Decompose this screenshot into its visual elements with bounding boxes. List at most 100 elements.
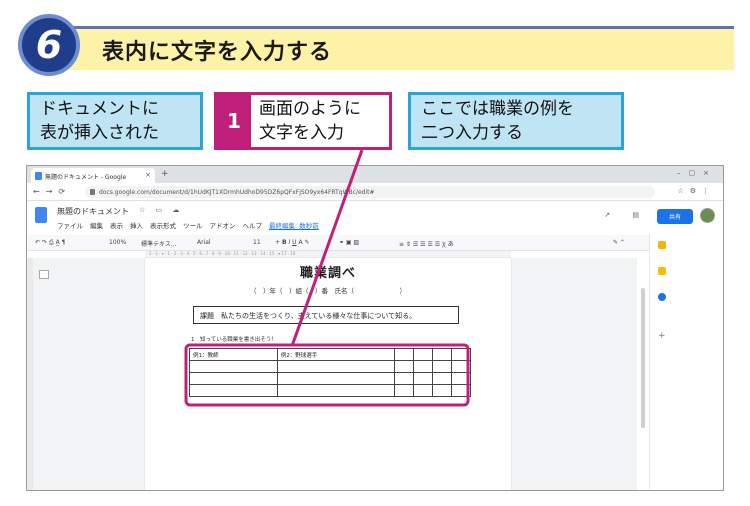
add-addon-icon[interactable]: + <box>658 331 666 341</box>
docs-header: 無題のドキュメント ☆ ▭ ☁ ファイル 編集 表示 挿入 表示形式 ツール ア… <box>27 201 723 235</box>
document-title[interactable]: 無題のドキュメント <box>57 206 129 217</box>
step-text: 画面のように 文字を入力 <box>251 95 369 147</box>
table-cell[interactable] <box>276 360 396 373</box>
tab-title: 無題のドキュメント - Google <box>45 174 127 181</box>
share-label: 共有 <box>668 214 681 221</box>
side-panel: + <box>649 235 723 490</box>
table-cell[interactable] <box>432 348 453 361</box>
font-select[interactable]: Arial <box>197 239 211 246</box>
table-cell[interactable] <box>413 384 434 397</box>
table-cell[interactable] <box>432 360 453 373</box>
activity-icon[interactable]: ↗ ▤ <box>604 211 649 219</box>
table-cell[interactable] <box>276 384 396 397</box>
tab-bar: 無題のドキュメント - Google × + –▢× <box>27 166 723 183</box>
step-header: 6 表内に文字を入力する <box>18 14 734 76</box>
question-text: 1 知っている職業を書き出そう！ <box>191 337 277 343</box>
step-number-badge: 6 <box>18 14 80 76</box>
insert-icons[interactable]: ⚭ ▣ ▨ <box>339 239 359 246</box>
step-index-badge: 1 <box>217 95 251 147</box>
callout-example-note: ここでは職業の例を 二つ入力する <box>408 92 624 150</box>
callout-step-instruction: 1 画面のように 文字を入力 <box>214 92 392 150</box>
window-controls[interactable]: –▢× <box>677 169 717 177</box>
step-title: 表内に文字を入力する <box>102 40 333 65</box>
url-input[interactable]: docs.google.com/document/d/1hUdKJT1XDrmh… <box>85 186 655 198</box>
document-canvas: 職業調べ （ ）年（ ）組（ ）番 氏名（ ） 課題 私たちの生活をつくり、支え… <box>27 258 637 490</box>
occupation-table: 例1：教師 例2：野球選手 <box>189 348 471 397</box>
table-cell[interactable] <box>432 372 453 385</box>
callout-line: ここでは職業の例を <box>421 99 574 119</box>
font-size-input[interactable]: 11 <box>253 239 261 246</box>
docs-favicon-icon <box>35 172 42 180</box>
table-row: 例1：教師 例2：野球選手 <box>189 348 471 361</box>
table-cell[interactable]: 例1：教師 <box>189 348 278 361</box>
table-cell[interactable] <box>189 384 278 397</box>
table-cell[interactable] <box>394 360 415 373</box>
table-cell[interactable] <box>451 384 471 397</box>
table-cell[interactable] <box>394 372 415 385</box>
star-icon[interactable]: ☆ ▭ ☁ <box>139 206 183 214</box>
horizontal-ruler[interactable]: 2 · 1 · ▾ · 1 · 2 · 3 · 4 · 5 · 6 · 7 · … <box>145 251 511 258</box>
menu-file[interactable]: ファイル <box>57 220 83 230</box>
callout-line: 画面のように <box>259 99 361 119</box>
table-cell[interactable] <box>394 384 415 397</box>
table-cell[interactable] <box>451 348 471 361</box>
new-tab-button[interactable]: + <box>161 169 169 179</box>
table-cell[interactable] <box>189 360 278 373</box>
undo-redo-print-icons[interactable]: ↶ ↷ ⎙ A̲ ¶ <box>35 239 65 247</box>
vertical-ruler <box>27 258 33 490</box>
table-row <box>189 360 471 373</box>
menu-view[interactable]: 表示 <box>110 220 123 230</box>
table-row <box>189 384 471 397</box>
table-cell[interactable] <box>432 384 453 397</box>
extension-icons[interactable]: ☆⚙⋮ <box>677 187 715 195</box>
share-button[interactable]: 共有 <box>657 209 693 224</box>
lock-icon <box>90 189 95 195</box>
callout-line: 文字を入力 <box>259 123 344 143</box>
table-cell[interactable] <box>451 360 471 373</box>
menu-bar: ファイル 編集 表示 挿入 表示形式 ツール アドオン ヘルプ 最終編集: 数秒… <box>57 220 319 230</box>
tasks-icon[interactable] <box>658 293 666 301</box>
menu-tools[interactable]: ツール <box>183 220 203 230</box>
browser-tab[interactable]: 無題のドキュメント - Google × <box>31 168 155 183</box>
text-format-icons[interactable]: + B I U A ✎ <box>275 239 310 246</box>
keep-icon[interactable] <box>658 267 666 275</box>
menu-insert[interactable]: 挿入 <box>130 220 143 230</box>
table-cell[interactable]: 例2：野球選手 <box>276 348 396 361</box>
document-page[interactable]: 職業調べ （ ）年（ ）組（ ）番 氏名（ ） 課題 私たちの生活をつくり、支え… <box>145 258 511 490</box>
menu-edit[interactable]: 編集 <box>90 220 103 230</box>
table-cell[interactable] <box>276 372 396 385</box>
table-cell[interactable] <box>451 372 471 385</box>
style-select[interactable]: 標準テキス... <box>141 239 177 248</box>
address-bar-row: ←→⟳ docs.google.com/document/d/1hUdKJT1X… <box>27 183 723 201</box>
menu-addons[interactable]: アドオン <box>210 220 236 230</box>
docs-logo-icon[interactable] <box>35 207 47 223</box>
document-heading: 職業調べ <box>299 266 356 281</box>
zoom-select[interactable]: 100% <box>109 239 126 246</box>
table-cell[interactable] <box>189 372 278 385</box>
align-list-icons[interactable]: ≡ ⇕ ☰ ☰ ☰ ☰ Ꭓ あ <box>399 239 454 248</box>
edit-mode-icon[interactable]: ✎ ⌃ <box>613 239 625 246</box>
formatting-toolbar: ↶ ↷ ⎙ A̲ ¶ 100% 標準テキス... Arial 11 + B I … <box>27 235 723 251</box>
student-info-line: （ ）年（ ）組（ ）番 氏名（ ） <box>250 287 406 295</box>
theme-box: 課題 私たちの生活をつくり、支えている様々な仕事について知る。 <box>193 306 459 324</box>
table-row <box>189 372 471 385</box>
nav-buttons[interactable]: ←→⟳ <box>33 187 71 196</box>
outline-icon[interactable] <box>39 270 49 279</box>
table-cell[interactable] <box>413 348 434 361</box>
last-edit-link[interactable]: 最終編集: 数秒前 <box>269 220 319 230</box>
callout-line: ドキュメントに <box>40 99 159 119</box>
menu-help[interactable]: ヘルプ <box>243 220 263 230</box>
menu-format[interactable]: 表示形式 <box>150 220 176 230</box>
close-tab-icon[interactable]: × <box>145 171 151 179</box>
calendar-icon[interactable] <box>658 241 666 249</box>
callout-table-inserted: ドキュメントに 表が挿入された <box>27 92 203 150</box>
browser-window: 無題のドキュメント - Google × + –▢× ←→⟳ docs.goog… <box>26 165 724 491</box>
table-cell[interactable] <box>394 348 415 361</box>
url-text: docs.google.com/document/d/1hUdKJT1XDrmh… <box>99 189 375 196</box>
table-cell[interactable] <box>413 360 434 373</box>
table-cell[interactable] <box>413 372 434 385</box>
callout-line: 表が挿入された <box>40 123 159 143</box>
avatar[interactable] <box>700 208 715 223</box>
scrollbar[interactable] <box>641 288 645 428</box>
callout-line: 二つ入力する <box>421 123 523 143</box>
